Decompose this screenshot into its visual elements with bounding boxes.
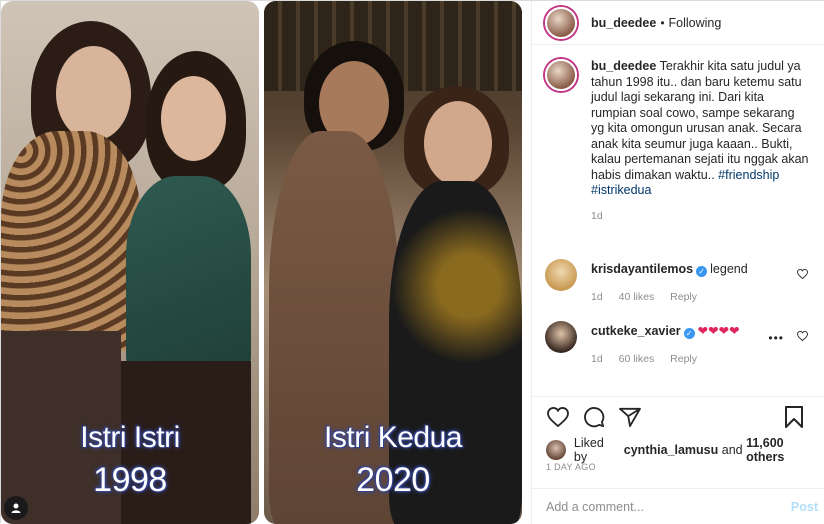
reply-button[interactable]: Reply: [670, 291, 697, 303]
comment-item: cutkeke_xavier ✓ ❤❤❤❤ 1d 60 likes Reply ••…: [532, 321, 824, 383]
post-header: bu_deedee • Following: [532, 1, 824, 45]
caption-time: 1d: [591, 209, 603, 222]
post-dialog: Istri Istri 1998 Istri Kedua 2020 bu_dee…: [0, 0, 824, 524]
caption-username[interactable]: bu_deedee: [591, 59, 656, 73]
comment-item: krisdayantilemos ✓ legend 1d 40 likes Repl…: [532, 259, 824, 321]
post-comment-button[interactable]: Post: [791, 500, 818, 514]
post-side-panel: bu_deedee • Following bu_deedee Terakhir…: [531, 1, 824, 524]
tagged-user-icon[interactable]: [4, 496, 28, 520]
post-media[interactable]: Istri Istri 1998 Istri Kedua 2020: [1, 1, 531, 524]
reply-button[interactable]: Reply: [670, 353, 697, 365]
commenter-avatar[interactable]: [545, 259, 577, 291]
like-comment-heart-icon[interactable]: [797, 268, 808, 282]
photo-1998: Istri Istri 1998: [1, 1, 259, 524]
action-bar: [532, 396, 824, 436]
verified-badge-icon: ✓: [696, 266, 708, 277]
comment-input[interactable]: [546, 499, 776, 514]
share-paper-plane-icon[interactable]: [618, 405, 642, 429]
comment-username[interactable]: cutkeke_xavier: [591, 324, 681, 338]
comment-text: legend: [710, 262, 748, 276]
comment-time: 1d: [591, 290, 603, 303]
post-caption: bu_deedee Terakhir kita satu judul ya ta…: [532, 59, 824, 259]
commenter-avatar[interactable]: [545, 321, 577, 353]
caption-line-2: 1998: [93, 461, 167, 499]
comment-likes[interactable]: 60 likes: [619, 353, 655, 365]
comment-time: 1d: [591, 352, 603, 365]
caption-line-1: Istri Kedua: [324, 421, 462, 454]
comments-list: bu_deedee Terakhir kita satu judul ya ta…: [532, 59, 824, 383]
caption-author-avatar[interactable]: [545, 59, 577, 91]
add-comment-bar: Post: [532, 488, 824, 524]
likes-prefix: Liked by: [573, 436, 604, 464]
author-username[interactable]: bu_deedee: [591, 16, 656, 30]
save-bookmark-icon[interactable]: [782, 405, 806, 429]
comment-bubble-icon[interactable]: [582, 405, 606, 429]
caption-text: Terakhir kita satu judul ya tahun 1998 i…: [591, 59, 809, 182]
separator-dot: •: [660, 15, 665, 30]
comment-likes[interactable]: 40 likes: [619, 291, 655, 303]
follow-status-button[interactable]: Following: [669, 16, 722, 30]
likes-count-link[interactable]: 11,600 others: [746, 436, 824, 464]
post-timestamp: 1 DAY AGO: [546, 462, 596, 472]
like-heart-icon[interactable]: [546, 405, 570, 429]
liker-avatar[interactable]: [546, 440, 566, 460]
photo-2020: Istri Kedua 2020: [264, 1, 522, 524]
caption-line-1: Istri Istri: [80, 421, 180, 454]
likes-summary: Liked by cynthia_lamusu and 11,600 other…: [546, 436, 824, 464]
more-options-icon[interactable]: •••: [768, 331, 784, 345]
comment-username[interactable]: krisdayantilemos: [591, 262, 693, 276]
liker-username[interactable]: cynthia_lamusu: [624, 443, 718, 457]
caption-line-2: 2020: [356, 461, 430, 499]
author-avatar[interactable]: [545, 6, 577, 39]
verified-badge-icon: ✓: [683, 328, 695, 339]
comment-text: ❤❤❤❤: [697, 324, 740, 338]
like-comment-heart-icon[interactable]: [797, 330, 808, 344]
likes-conj: and: [721, 443, 743, 457]
